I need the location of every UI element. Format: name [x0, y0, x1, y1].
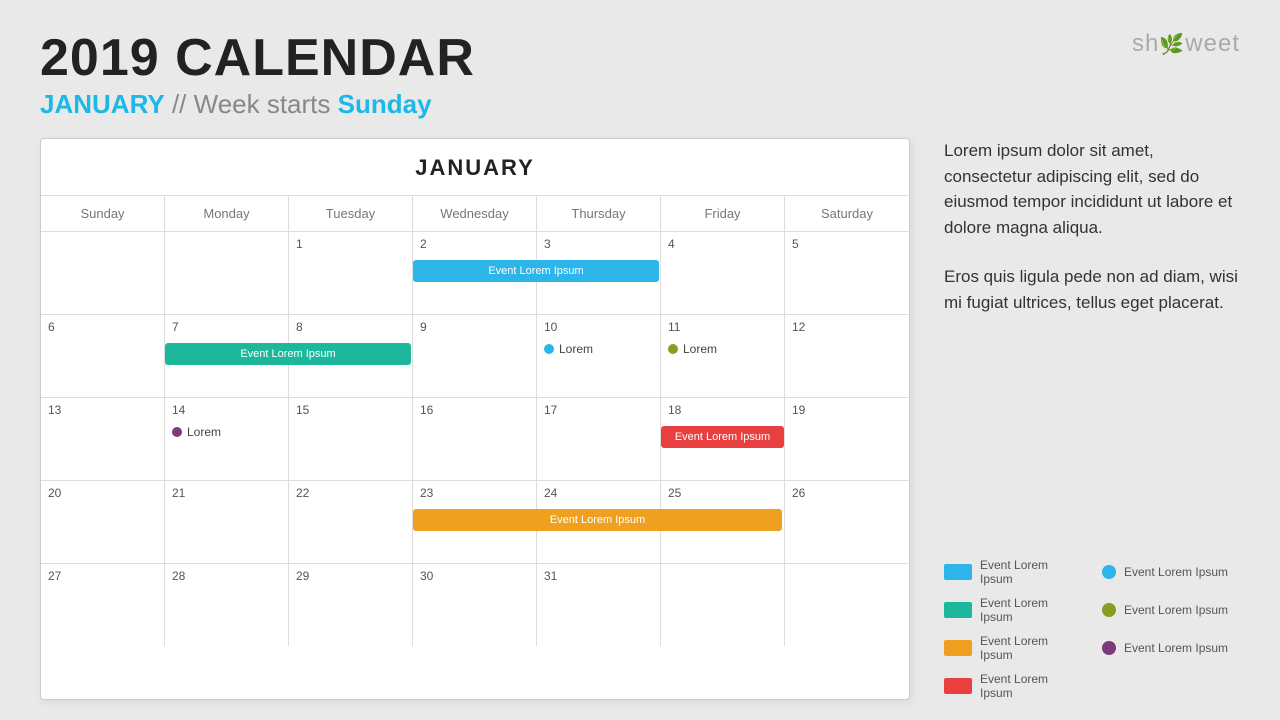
cell-w4-d6 [785, 564, 909, 646]
event-dot-olive: Lorem [668, 342, 717, 356]
legend-dot-swatch-blue [1102, 565, 1116, 579]
day-header-wed: Wednesday [413, 196, 537, 231]
description-para2: Eros quis ligula pede non ad diam, wisi … [944, 264, 1240, 315]
week-row-3: 20 21 22 23 Event Lorem Ipsum 24 25 26 [41, 481, 909, 564]
cell-w0-d3: 2 Event Lorem Ipsum [413, 232, 537, 314]
cell-w2-d2: 15 [289, 398, 413, 480]
cell-w3-d2: 22 [289, 481, 413, 563]
cell-w3-d3: 23 Event Lorem Ipsum [413, 481, 537, 563]
cell-w0-d1 [165, 232, 289, 314]
legend-label-blue: Event Lorem Ipsum [980, 558, 1082, 586]
legend-item-dot-purple: Event Lorem Ipsum [1102, 634, 1240, 662]
legend-item-dot-olive: Event Lorem Ipsum [1102, 596, 1240, 624]
cell-w2-d5: 18 Event Lorem Ipsum [661, 398, 785, 480]
legend-label-dot-purple: Event Lorem Ipsum [1124, 641, 1228, 655]
cell-w0-d0 [41, 232, 165, 314]
event-w1-teal: Event Lorem Ipsum [165, 343, 411, 365]
legend-label-teal: Event Lorem Ipsum [980, 596, 1082, 624]
week-row-4: 27 28 29 30 31 [41, 564, 909, 646]
cell-w0-d5: 4 [661, 232, 785, 314]
legend-dot-swatch-purple [1102, 641, 1116, 655]
legend-item-dot-blue: Event Lorem Ipsum [1102, 558, 1240, 586]
cell-w0-d2: 1 [289, 232, 413, 314]
event-w3-orange: Event Lorem Ipsum [413, 509, 782, 531]
legend-item-orange: Event Lorem Ipsum [944, 634, 1082, 662]
legend-label-dot-olive: Event Lorem Ipsum [1124, 603, 1228, 617]
event-w0-blue: Event Lorem Ipsum [413, 260, 659, 282]
cell-w4-d0: 27 [41, 564, 165, 646]
sub-title-separator: // Week starts [172, 89, 338, 119]
main-title: 2019 CALENDAR [40, 30, 1240, 87]
month-label: JANUARY [40, 89, 165, 119]
legend-label-red: Event Lorem Ipsum [980, 672, 1082, 700]
cell-w3-d0: 20 [41, 481, 165, 563]
dot-olive [668, 344, 678, 354]
cell-w2-d3: 16 [413, 398, 537, 480]
cell-w2-d6: 19 [785, 398, 909, 480]
week-start-label: Sunday [338, 89, 432, 119]
cell-w2-d0: 13 [41, 398, 165, 480]
header: 2019 CALENDAR JANUARY // Week starts Sun… [40, 30, 1240, 120]
legend: Event Lorem Ipsum Event Lorem Ipsum Even… [944, 558, 1240, 700]
week-row-2: 13 14 Lorem 15 16 17 18 Event Lorem Ipsu… [41, 398, 909, 481]
cell-w1-d1: 7 Event Lorem Ipsum [165, 315, 289, 397]
day-header-thu: Thursday [537, 196, 661, 231]
cell-w4-d4: 31 [537, 564, 661, 646]
right-panel: Lorem ipsum dolor sit amet, consectetur … [934, 138, 1240, 700]
sub-title: JANUARY // Week starts Sunday [40, 89, 1240, 120]
dot-purple [172, 427, 182, 437]
legend-swatch-orange [944, 640, 972, 656]
brand-logo: sh🌿weet [1132, 30, 1240, 58]
legend-dot-swatch-olive [1102, 603, 1116, 617]
day-header-sat: Saturday [785, 196, 909, 231]
cell-w3-d1: 21 [165, 481, 289, 563]
legend-item-teal: Event Lorem Ipsum [944, 596, 1082, 624]
cell-w2-d4: 17 [537, 398, 661, 480]
week-row-1: 6 7 Event Lorem Ipsum 8 9 10 Lorem 11 [41, 315, 909, 398]
cell-w4-d3: 30 [413, 564, 537, 646]
event-dot-label-3: Lorem [187, 425, 221, 439]
day-header-mon: Monday [165, 196, 289, 231]
cell-w4-d1: 28 [165, 564, 289, 646]
cell-w1-d5: 11 Lorem [661, 315, 785, 397]
day-header-tue: Tuesday [289, 196, 413, 231]
event-w2-red: Event Lorem Ipsum [661, 426, 784, 448]
week-row-0: 1 2 Event Lorem Ipsum 3 4 5 [41, 232, 909, 315]
cell-w1-d3: 9 [413, 315, 537, 397]
cell-w2-d1: 14 Lorem [165, 398, 289, 480]
event-dot-label-2: Lorem [683, 342, 717, 356]
cell-w1-d6: 12 [785, 315, 909, 397]
legend-item-red: Event Lorem Ipsum [944, 672, 1082, 700]
cell-w3-d6: 26 [785, 481, 909, 563]
event-dot-purple: Lorem [172, 425, 221, 439]
cell-w1-d4: 10 Lorem [537, 315, 661, 397]
calendar-month-header: JANUARY [41, 139, 909, 196]
day-header-fri: Friday [661, 196, 785, 231]
cell-w4-d2: 29 [289, 564, 413, 646]
cell-w4-d5 [661, 564, 785, 646]
legend-label-dot-blue: Event Lorem Ipsum [1124, 565, 1228, 579]
legend-swatch-red [944, 678, 972, 694]
day-headers: Sunday Monday Tuesday Wednesday Thursday… [41, 196, 909, 232]
cell-w0-d6: 5 [785, 232, 909, 314]
dot-blue [544, 344, 554, 354]
description-para1: Lorem ipsum dolor sit amet, consectetur … [944, 138, 1240, 240]
legend-item-blue: Event Lorem Ipsum [944, 558, 1082, 586]
content-area: JANUARY Sunday Monday Tuesday Wednesday … [40, 138, 1240, 700]
event-dot-label: Lorem [559, 342, 593, 356]
day-header-sun: Sunday [41, 196, 165, 231]
cell-w1-d0: 6 [41, 315, 165, 397]
event-dot-blue: Lorem [544, 342, 593, 356]
page: sh🌿weet 2019 CALENDAR JANUARY // Week st… [0, 0, 1280, 720]
legend-swatch-blue [944, 564, 972, 580]
legend-label-orange: Event Lorem Ipsum [980, 634, 1082, 662]
legend-swatch-teal [944, 602, 972, 618]
calendar-container: JANUARY Sunday Monday Tuesday Wednesday … [40, 138, 910, 700]
